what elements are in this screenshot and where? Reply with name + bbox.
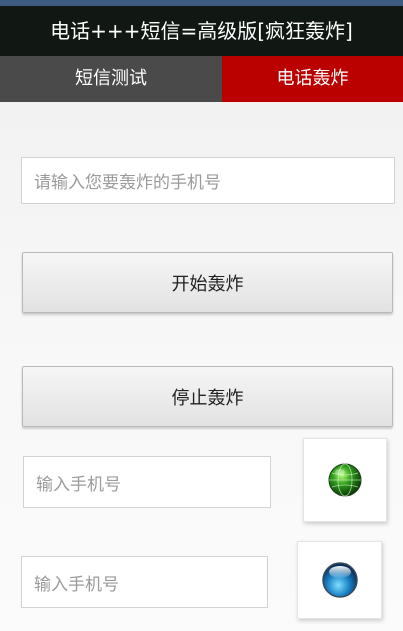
tab-call-bomb[interactable]: 电话轰炸	[222, 56, 403, 102]
tab-bar: 短信测试 电话轰炸	[0, 56, 403, 102]
green-globe-icon	[328, 463, 362, 497]
globe-image-button[interactable]	[303, 438, 387, 522]
stop-bomb-button[interactable]: 停止轰炸	[22, 366, 393, 427]
tab-sms-test[interactable]: 短信测试	[0, 56, 222, 102]
phone-input-1[interactable]: 输入手机号	[23, 456, 271, 508]
app-title: 电话+++短信=高级版[疯狂轰炸]	[0, 6, 403, 56]
phone-input-2[interactable]: 输入手机号	[21, 556, 268, 608]
target-phone-input[interactable]: 请输入您要轰炸的手机号	[21, 157, 395, 204]
orb-image-button[interactable]	[297, 541, 382, 619]
start-bomb-button[interactable]: 开始轰炸	[22, 252, 393, 313]
blue-orb-icon	[321, 562, 358, 598]
